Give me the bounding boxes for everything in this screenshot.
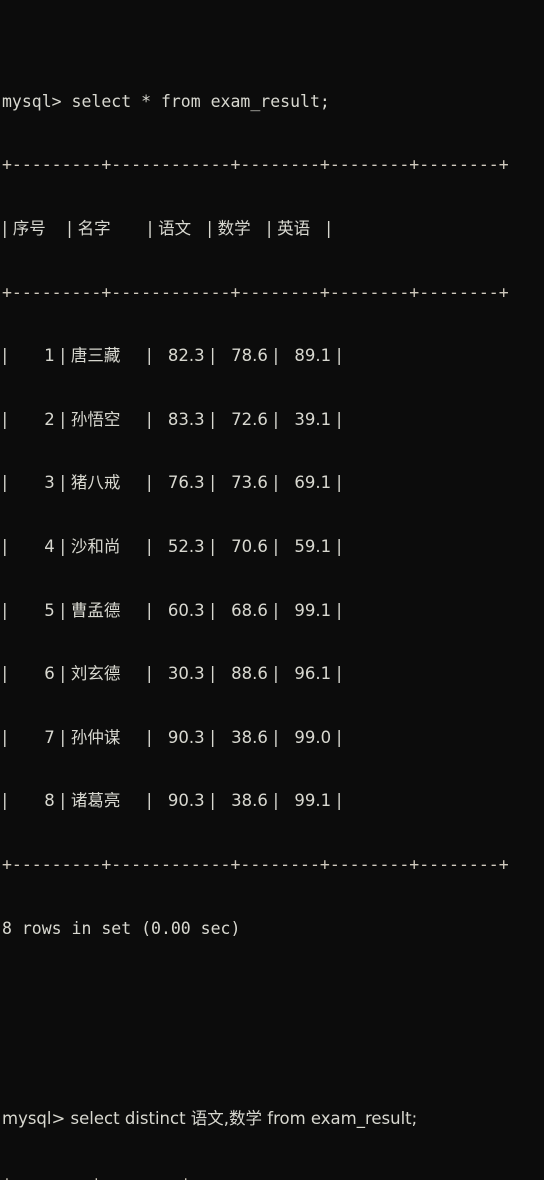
table-row: | 4 | 沙和尚 | 52.3 | 70.6 | 59.1 |	[2, 536, 342, 556]
table2-separator-top: +--------+--------+	[2, 1172, 544, 1180]
table-row: | 5 | 曹孟德 | 60.3 | 68.6 | 99.1 |	[2, 600, 342, 620]
status-line-1: 8 rows in set (0.00 sec)	[2, 918, 241, 938]
command-line-1: mysql> select * from exam_result;	[2, 91, 330, 111]
terminal-output[interactable]: mysql> select * from exam_result; +-----…	[0, 0, 544, 1180]
table-row: | 8 | 诸葛亮 | 90.3 | 38.6 | 99.1 |	[2, 791, 342, 811]
table1-header-row: | 序号 | 名字 | 语文 | 数学 | 英语 |	[2, 219, 332, 238]
table1-separator-top: +---------+------------+--------+-------…	[2, 155, 509, 175]
table-row: | 7 | 孙仲谋 | 90.3 | 38.6 | 99.0 |	[2, 727, 342, 747]
table-row: | 6 | 刘玄德 | 30.3 | 88.6 | 96.1 |	[2, 664, 342, 684]
command-line-2: mysql> select distinct 语文,数学 from exam_r…	[2, 1109, 418, 1129]
table-row: | 2 | 孙悟空 | 83.3 | 72.6 | 39.1 |	[2, 409, 342, 429]
table1-separator-bottom: +---------+------------+--------+-------…	[2, 854, 509, 874]
table-row: | 3 | 猪八戒 | 76.3 | 73.6 | 69.1 |	[2, 473, 342, 493]
table1-separator-mid: +---------+------------+--------+-------…	[2, 282, 509, 302]
table-row: | 1 | 唐三藏 | 82.3 | 78.6 | 89.1 |	[2, 346, 342, 366]
